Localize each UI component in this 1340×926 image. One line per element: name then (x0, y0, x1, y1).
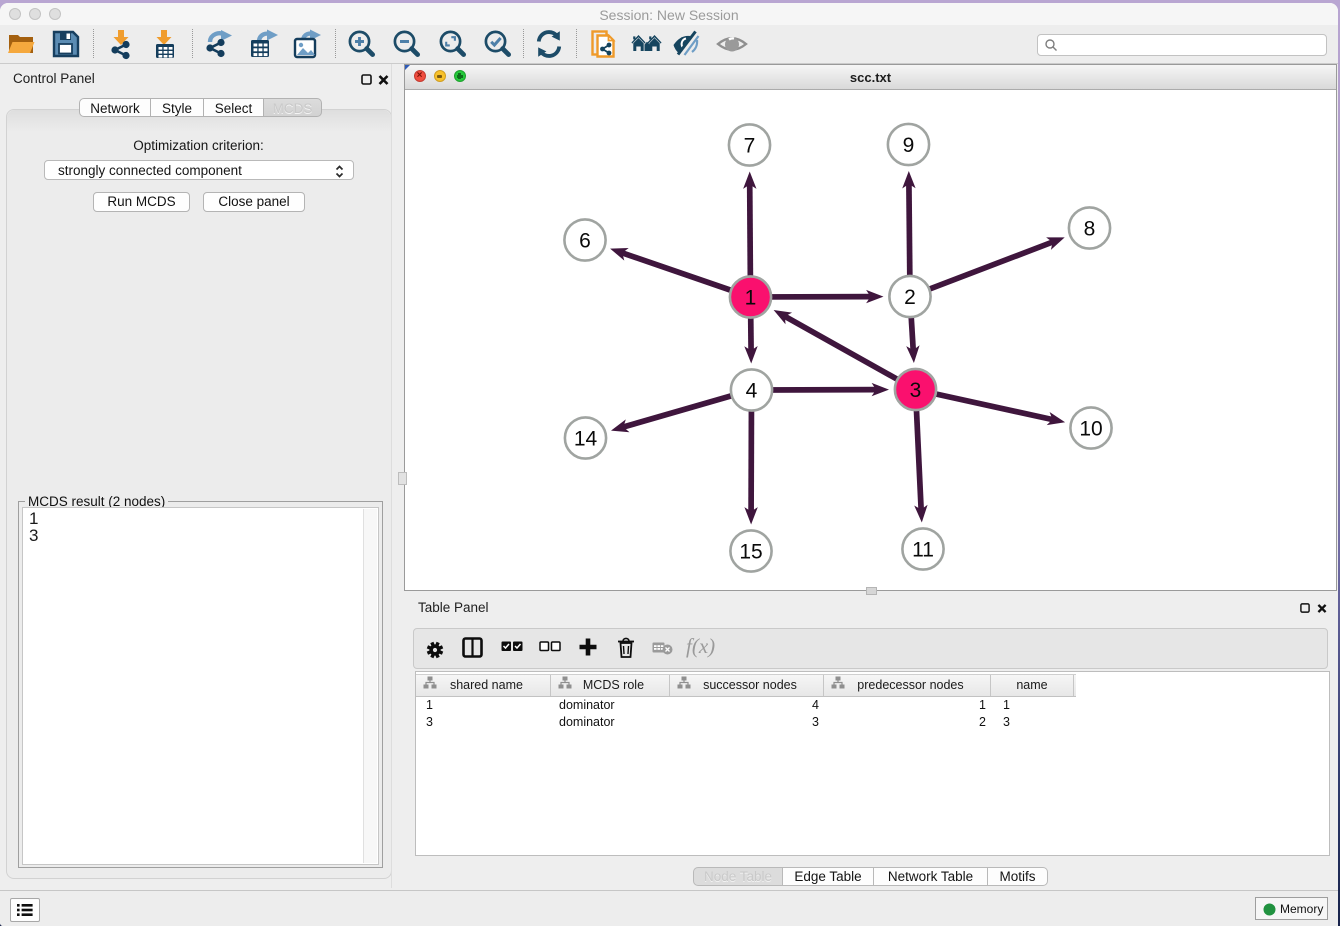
svg-text:14: 14 (574, 427, 598, 450)
svg-text:3: 3 (910, 379, 922, 402)
svg-text:7: 7 (744, 134, 756, 157)
svg-text:6: 6 (579, 229, 591, 252)
svg-text:8: 8 (1084, 217, 1096, 240)
svg-text:11: 11 (912, 538, 934, 561)
svg-text:9: 9 (903, 134, 915, 157)
svg-text:10: 10 (1079, 417, 1102, 440)
svg-text:4: 4 (746, 379, 758, 402)
svg-text:1: 1 (745, 286, 757, 309)
svg-text:15: 15 (739, 540, 762, 563)
svg-text:2: 2 (904, 286, 916, 309)
